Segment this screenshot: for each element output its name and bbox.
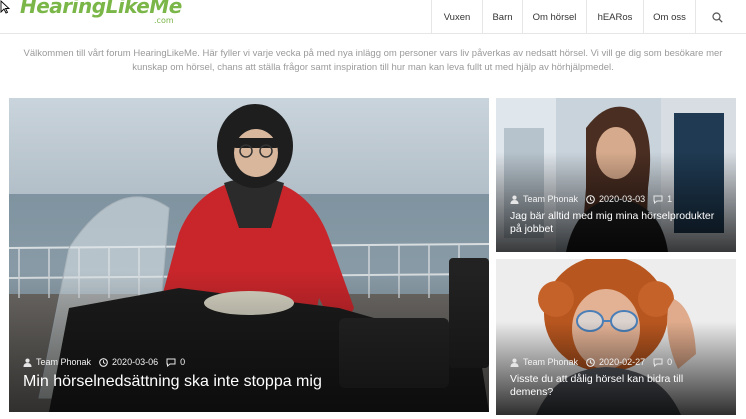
user-icon	[510, 195, 519, 204]
comment-icon	[653, 358, 663, 367]
post-comments[interactable]: 1	[653, 194, 672, 204]
post-meta: Team Phonak 2020-02-27 0	[510, 357, 722, 367]
post-author[interactable]: Team Phonak	[510, 194, 578, 204]
mouse-cursor-icon	[0, 0, 10, 14]
post-date: 2020-03-06	[99, 357, 158, 367]
clock-icon	[586, 194, 595, 204]
post-date-text: 2020-02-27	[599, 357, 646, 367]
comment-icon	[653, 195, 663, 204]
nav-item-om-oss[interactable]: Om oss	[643, 0, 695, 34]
post-comments[interactable]: 0	[166, 357, 185, 367]
post-author-name: Team Phonak	[523, 357, 579, 367]
post-comment-count: 1	[667, 194, 673, 204]
post-author-name: Team Phonak	[523, 194, 579, 204]
nav-label: Om oss	[653, 11, 686, 23]
nav-item-vuxen[interactable]: Vuxen	[431, 0, 482, 34]
search-icon	[712, 11, 723, 23]
site-logo[interactable]: HearingLikeMe .com	[20, 0, 182, 25]
user-icon	[510, 358, 519, 367]
search-button[interactable]	[695, 0, 739, 34]
comment-icon	[166, 358, 176, 367]
clock-icon	[99, 357, 108, 367]
post-title[interactable]: Visste du att dålig hörsel kan bidra til…	[510, 373, 722, 399]
side-post-card[interactable]: Team Phonak 2020-03-03 1 Jag bär alltid …	[496, 98, 736, 252]
post-comments[interactable]: 0	[653, 357, 672, 367]
post-overlay: Team Phonak 2020-03-06 0 Min hörselnedsä…	[9, 357, 489, 412]
post-overlay: Team Phonak 2020-03-03 1 Jag bär alltid …	[496, 194, 736, 252]
post-date-text: 2020-03-03	[599, 194, 646, 204]
post-author[interactable]: Team Phonak	[510, 357, 578, 367]
post-author[interactable]: Team Phonak	[23, 357, 91, 367]
post-date: 2020-03-03	[586, 194, 645, 204]
logo-suffix: .com	[154, 16, 174, 25]
post-comment-count: 0	[667, 357, 673, 367]
site-header: HearingLikeMe .com Vuxen Barn Om hörsel h…	[0, 0, 746, 34]
nav-label: hEARos	[597, 11, 633, 23]
post-comment-count: 0	[180, 357, 186, 367]
post-meta: Team Phonak 2020-03-03 1	[510, 194, 722, 204]
post-date: 2020-02-27	[586, 357, 645, 367]
nav-label: Barn	[492, 11, 513, 23]
post-overlay: Team Phonak 2020-02-27 0 Visste du att d…	[496, 357, 736, 415]
post-author-name: Team Phonak	[36, 357, 92, 367]
intro-text: Välkommen till vårt forum HearingLikeMe.…	[23, 48, 723, 73]
post-title[interactable]: Jag bär alltid med mig mina hörselproduk…	[510, 210, 722, 236]
nav-item-barn[interactable]: Barn	[482, 0, 522, 34]
nav-label: Om hörsel	[532, 11, 577, 23]
nav-item-hearos[interactable]: hEARos	[586, 0, 643, 34]
side-post-card[interactable]: Team Phonak 2020-02-27 0 Visste du att d…	[496, 259, 736, 415]
nav-label: Vuxen	[443, 11, 471, 23]
post-title[interactable]: Min hörselnedsättning ska inte stoppa mi…	[23, 372, 475, 392]
featured-post-card[interactable]: Team Phonak 2020-03-06 0 Min hörselnedsä…	[9, 98, 489, 412]
post-date-text: 2020-03-06	[112, 357, 159, 367]
nav-item-om-horsel[interactable]: Om hörsel	[522, 0, 586, 34]
user-icon	[23, 358, 32, 367]
post-meta: Team Phonak 2020-03-06 0	[23, 357, 475, 367]
clock-icon	[586, 357, 595, 367]
